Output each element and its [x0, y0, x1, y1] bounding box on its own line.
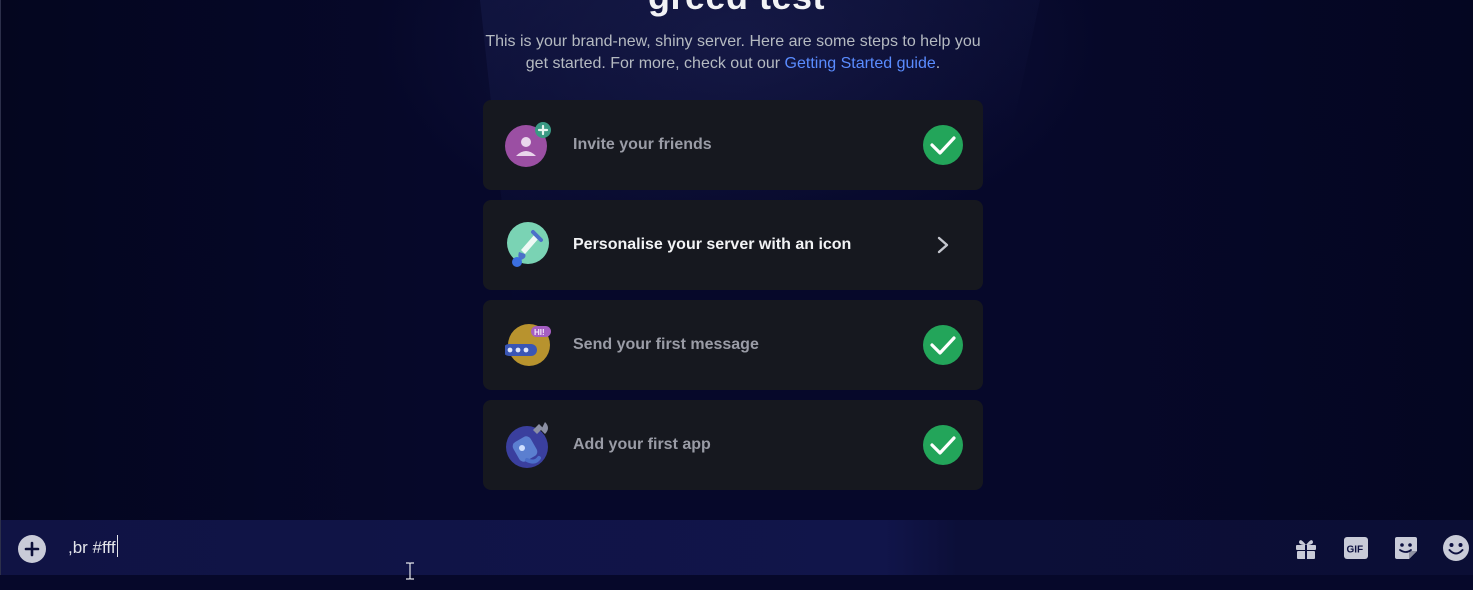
step-label: Personalise your server with an icon [573, 236, 852, 253]
server-name-heading: greed test [0, 0, 1473, 18]
getting-started-link[interactable]: Getting Started guide [785, 55, 936, 72]
sticker-icon [1395, 537, 1417, 559]
step-add-app[interactable]: Add your first app [483, 400, 983, 490]
welcome-intro: This is your brand-new, shiny server. He… [483, 31, 983, 75]
message-input[interactable]: ,br #fff [68, 534, 1248, 562]
gift-button[interactable] [1291, 533, 1321, 563]
plus-icon [24, 541, 40, 557]
checkmark-icon [923, 425, 963, 465]
setup-steps-list: Invite your friends Personalise your ser… [483, 100, 983, 500]
paintbrush-icon [505, 222, 551, 268]
svg-text:GIF: GIF [1347, 545, 1364, 556]
app-robot-icon [505, 422, 551, 468]
gift-icon [1296, 540, 1316, 559]
message-icon: HI! [505, 322, 551, 368]
step-label: Send your first message [573, 336, 759, 353]
composer-footer [0, 575, 1473, 590]
gif-button[interactable]: GIF [1341, 533, 1371, 563]
checkmark-icon [923, 325, 963, 365]
step-personalise-server[interactable]: Personalise your server with an icon [483, 200, 983, 290]
step-invite-friends[interactable]: Invite your friends [483, 100, 983, 190]
step-label: Add your first app [573, 436, 711, 453]
left-divider [0, 0, 1, 590]
emoji-button[interactable] [1441, 533, 1471, 563]
text-cursor-icon [406, 562, 414, 580]
checkmark-icon [923, 125, 963, 165]
step-send-message[interactable]: HI! Send your first message [483, 300, 983, 390]
text-caret [116, 535, 118, 557]
chevron-right-icon [923, 225, 963, 265]
svg-text:HI!: HI! [534, 328, 545, 337]
invite-friends-icon [505, 122, 551, 168]
add-attachment-button[interactable] [18, 535, 46, 563]
intro-end: . [935, 55, 941, 72]
message-input-text: ,br #fff [68, 538, 116, 557]
gif-icon: GIF [1344, 537, 1368, 559]
app-window: greed test This is your brand-new, shiny… [0, 0, 1473, 590]
step-label: Invite your friends [573, 136, 712, 153]
sticker-button[interactable] [1391, 533, 1421, 563]
emoji-icon [1443, 535, 1469, 561]
